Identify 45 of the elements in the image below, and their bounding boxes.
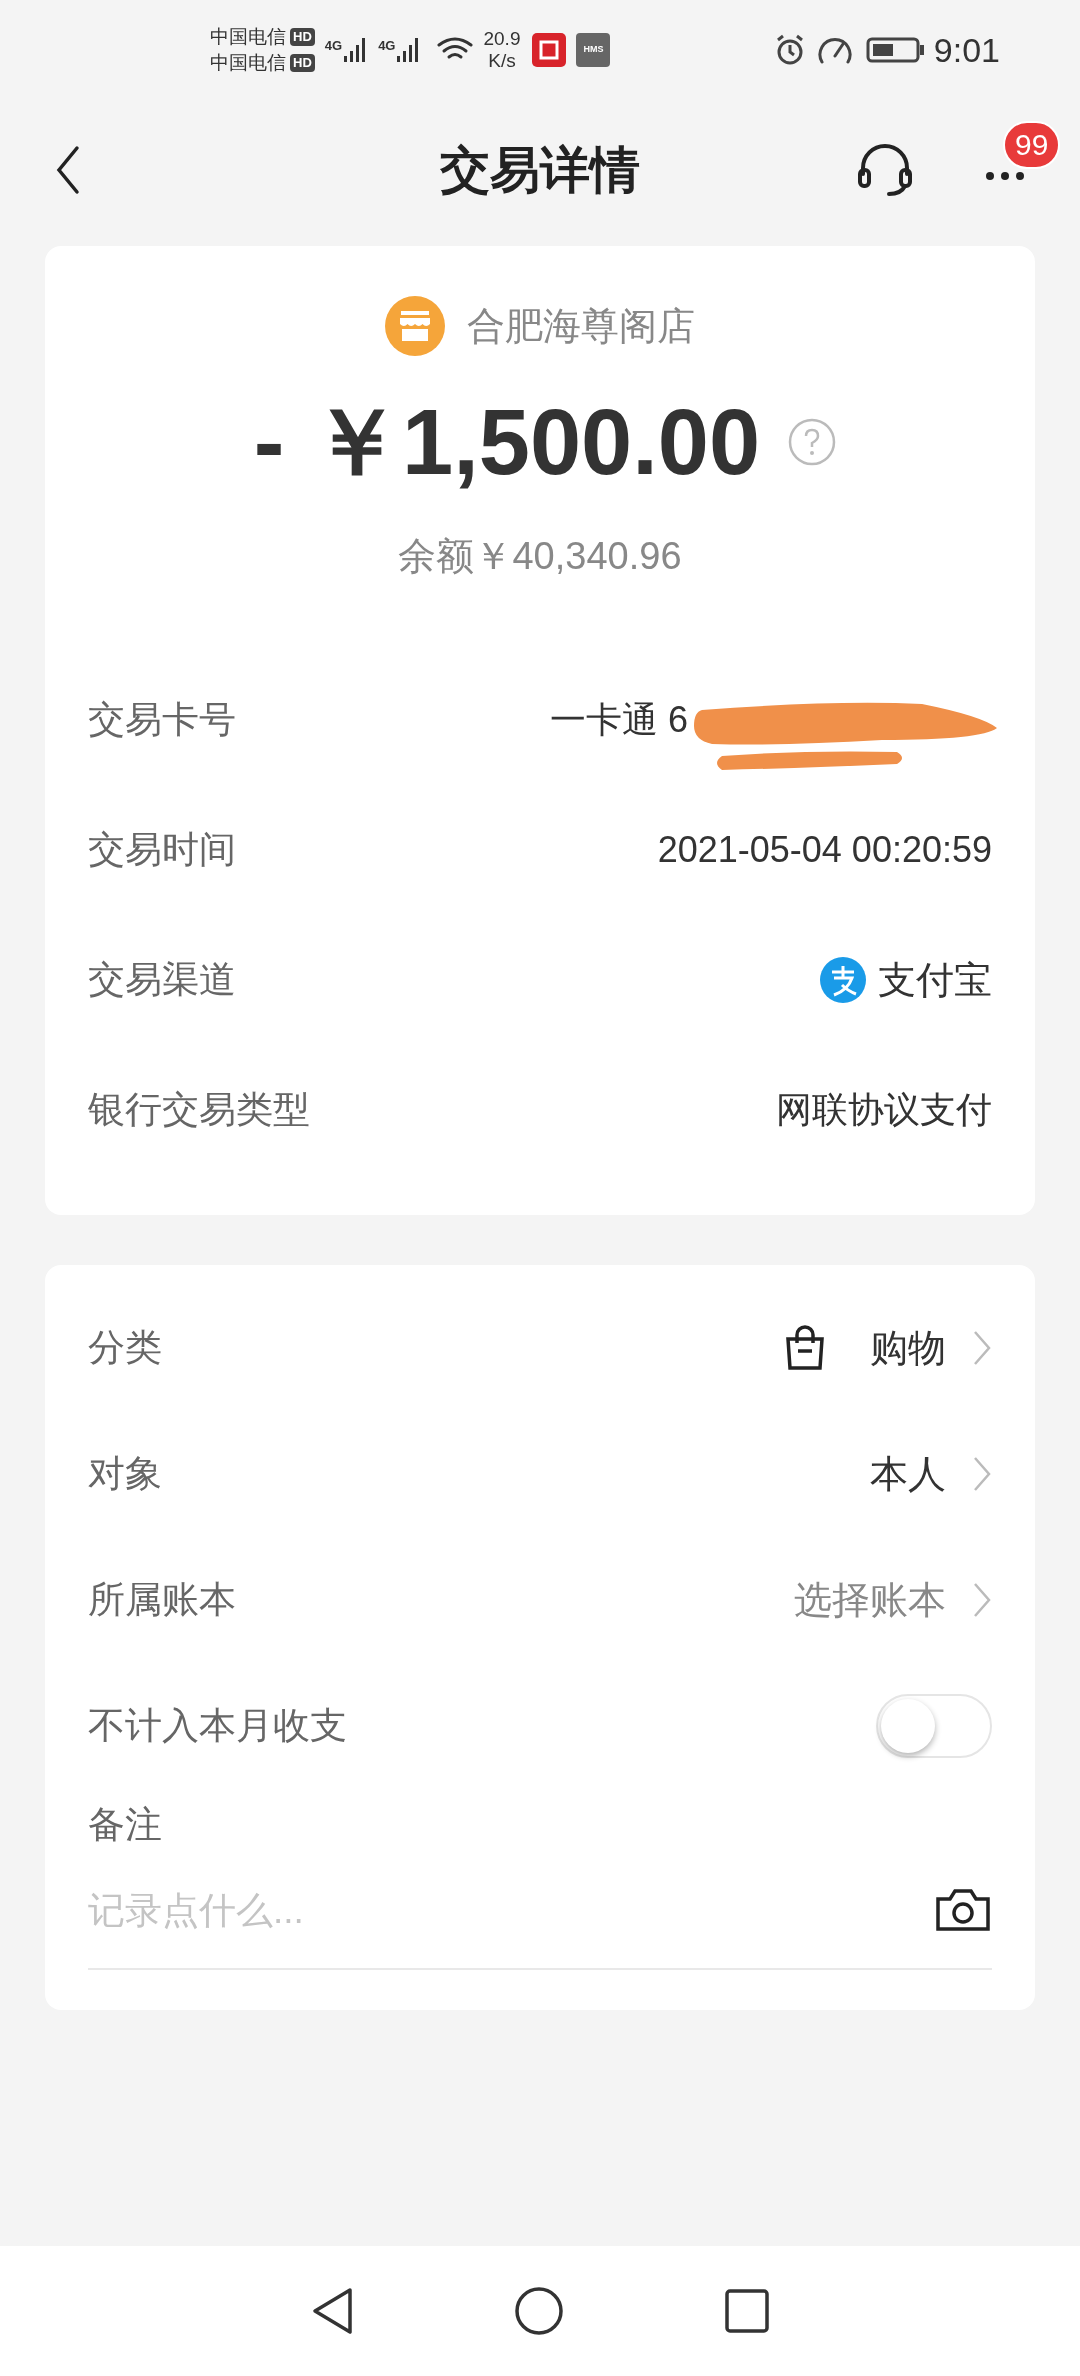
setting-label: 分类 (88, 1326, 162, 1371)
category-value: 购物 (870, 1325, 946, 1371)
speed-unit: K/s (488, 50, 516, 72)
setting-label: 不计入本月收支 (88, 1704, 347, 1749)
shopping-bag-icon (784, 1325, 826, 1371)
detail-label: 交易卡号 (88, 698, 236, 743)
detail-value: 一卡通 6 (549, 698, 688, 742)
network-type: 4G (324, 37, 343, 55)
shop-icon (385, 296, 445, 356)
app-icon (532, 33, 567, 67)
home-nav-icon[interactable] (514, 2286, 564, 2336)
back-icon[interactable] (55, 145, 81, 195)
headset-icon[interactable] (855, 142, 915, 198)
notification-badge: 99 (1003, 121, 1061, 169)
carrier-name: 中国电信 (210, 51, 286, 75)
page-title: 交易详情 (440, 140, 640, 200)
hd-badge: HD (290, 28, 315, 46)
detail-label: 交易时间 (88, 828, 236, 873)
setting-label: 对象 (88, 1452, 162, 1497)
note-field[interactable]: 记录点什么... (88, 1882, 934, 1938)
setting-value[interactable]: 本人 (870, 1445, 946, 1503)
detail-value: 网联协议支付 (776, 1088, 992, 1132)
app-badge: HMS (576, 33, 611, 67)
merchant-name: 合肥海尊阁店 (467, 303, 695, 349)
detail-label: 交易渠道 (88, 958, 236, 1003)
detail-label: 银行交易类型 (88, 1088, 310, 1133)
more-icon[interactable] (985, 171, 1025, 181)
alipay-icon (820, 957, 866, 1003)
detail-value: 支付宝 (878, 957, 992, 1003)
network-speed: 20.9 (483, 28, 521, 50)
setting-label: 所属账本 (88, 1578, 236, 1623)
note-label: 备注 (88, 1804, 162, 1845)
toggle-switch[interactable] (876, 1694, 992, 1758)
transaction-amount: - ￥1,500.00 (253, 396, 761, 488)
carrier-name: 中国电信 (210, 25, 286, 49)
hd-badge: HD (290, 54, 315, 72)
back-nav-icon[interactable] (310, 2286, 354, 2336)
network-type: 4G (378, 37, 396, 55)
battery-icon (865, 36, 926, 64)
setting-value[interactable]: 选择账本 (794, 1571, 946, 1629)
clock-time: 9:01 (933, 29, 1000, 71)
detail-value: 2021-05-04 00:20:59 (657, 828, 992, 872)
balance-text: 余额￥40,340.96 (398, 534, 682, 579)
recents-nav-icon[interactable] (724, 2288, 770, 2334)
camera-icon[interactable] (934, 1887, 992, 1934)
